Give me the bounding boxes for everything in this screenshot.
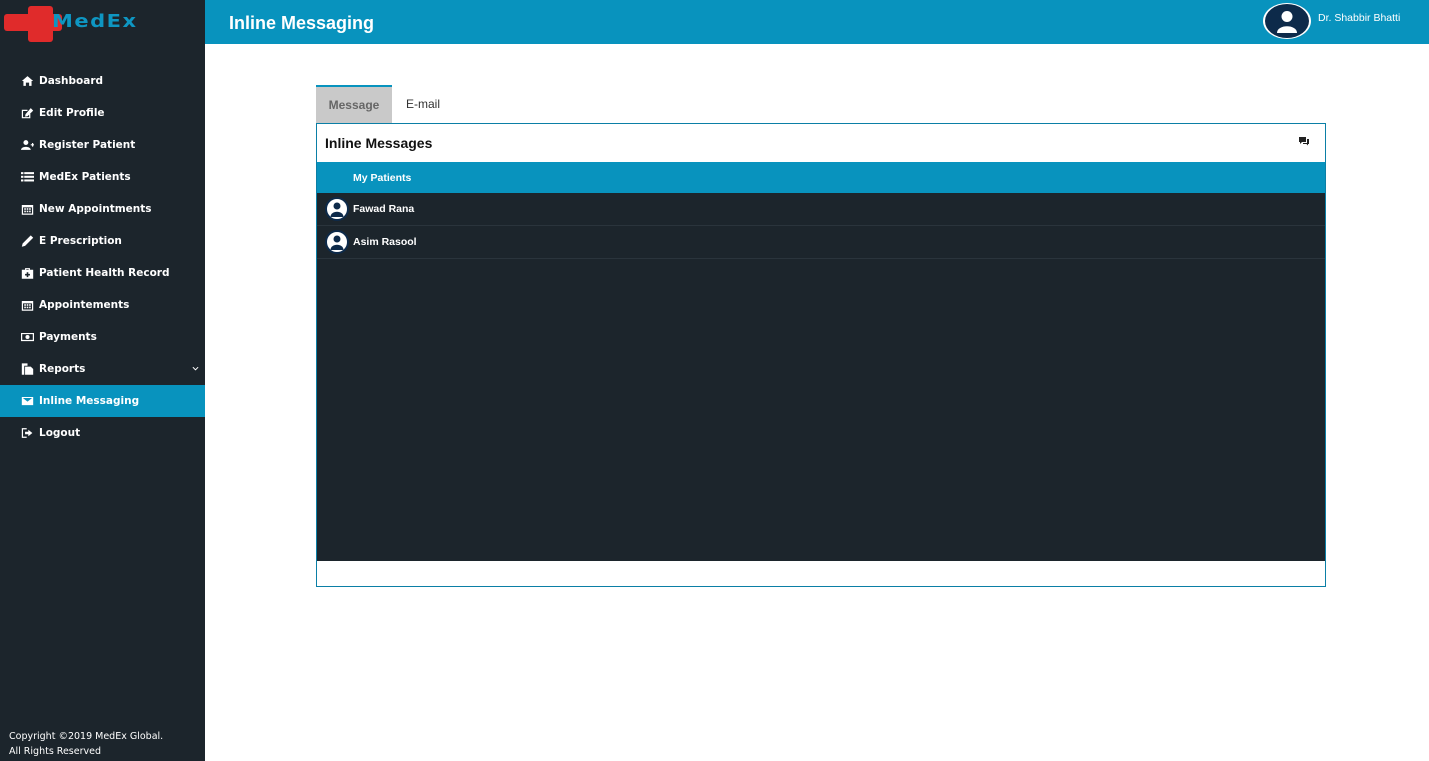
user-avatar-icon: [1265, 4, 1309, 38]
home-icon: [20, 75, 34, 87]
logo-text: MedEx: [52, 11, 138, 32]
sidebar: MedEx Dashboard Edit Profile Register Pa…: [0, 0, 205, 761]
sidebar-item-medex-patients[interactable]: MedEx Patients: [0, 161, 205, 193]
sidebar-item-e-prescription[interactable]: E Prescription: [0, 225, 205, 257]
panel-title: Inline Messages: [325, 135, 433, 151]
list-icon: [20, 171, 34, 183]
envelope-icon: [20, 395, 34, 407]
money-icon: [20, 331, 34, 343]
copyright-line-2: All Rights Reserved: [9, 746, 101, 757]
user-icon: [330, 202, 344, 217]
sidebar-item-register-patient[interactable]: Register Patient: [0, 129, 205, 161]
edit-icon: [20, 107, 34, 119]
avatar: [325, 230, 349, 254]
sidebar-item-label: Reports: [39, 363, 86, 375]
sidebar-item-label: Register Patient: [39, 139, 136, 151]
sidebar-item-logout[interactable]: Logout: [0, 417, 205, 449]
tab-email[interactable]: E-mail: [392, 85, 452, 123]
sidebar-item-payments[interactable]: Payments: [0, 321, 205, 353]
message-tabs: Message E-mail: [316, 85, 452, 124]
list-item[interactable]: Fawad Rana: [317, 193, 1325, 226]
tab-message[interactable]: Message: [316, 85, 392, 123]
list-item[interactable]: Asim Rasool: [317, 226, 1325, 259]
sidebar-nav: Dashboard Edit Profile Register Patient …: [0, 65, 205, 449]
sidebar-item-label: Dashboard: [39, 75, 104, 87]
inline-messages-panel: Inline Messages My Patients Fawad Rana A…: [316, 123, 1326, 587]
list-header: My Patients: [317, 162, 1325, 193]
sidebar-item-label: Logout: [39, 427, 81, 439]
logo-cross-vertical: [28, 6, 53, 42]
sidebar-item-label: E Prescription: [39, 235, 122, 247]
sidebar-item-patient-health-record[interactable]: Patient Health Record: [0, 257, 205, 289]
sidebar-item-reports[interactable]: Reports: [0, 353, 205, 385]
medkit-icon: [20, 267, 34, 279]
patients-list: My Patients Fawad Rana Asim Rasool: [317, 162, 1325, 561]
sidebar-item-appointements[interactable]: Appointements: [0, 289, 205, 321]
avatar[interactable]: [1263, 3, 1311, 39]
calendar-icon: [20, 299, 34, 311]
sign-out-icon: [20, 427, 34, 439]
top-bar: Inline Messaging Dr. Shabbir Bhatti: [205, 0, 1429, 44]
patient-name: Asim Rasool: [353, 236, 417, 248]
patient-name: Fawad Rana: [353, 203, 415, 215]
user-icon: [330, 235, 344, 250]
user-plus-icon: [20, 139, 34, 151]
sidebar-item-label: Appointements: [39, 299, 130, 311]
sidebar-item-label: New Appointments: [39, 203, 152, 215]
sidebar-item-label: Edit Profile: [39, 107, 105, 119]
sidebar-item-dashboard[interactable]: Dashboard: [0, 65, 205, 97]
avatar: [325, 197, 349, 221]
sidebar-item-edit-profile[interactable]: Edit Profile: [0, 97, 205, 129]
sidebar-item-new-appointments[interactable]: New Appointments: [0, 193, 205, 225]
user-name[interactable]: Dr. Shabbir Bhatti: [1318, 12, 1400, 24]
sidebar-item-inline-messaging[interactable]: Inline Messaging: [0, 385, 205, 417]
comments-icon: [1299, 137, 1309, 146]
pencil-icon: [20, 235, 34, 247]
sidebar-item-label: Patient Health Record: [39, 267, 170, 279]
medex-logo[interactable]: MedEx: [0, 0, 205, 44]
files-icon: [20, 363, 34, 375]
calendar-icon: [20, 203, 34, 215]
sidebar-item-label: Inline Messaging: [39, 395, 140, 407]
sidebar-item-label: Payments: [39, 331, 97, 343]
chevron-down-icon[interactable]: [192, 365, 199, 372]
page-title: Inline Messaging: [229, 13, 375, 33]
copyright: Copyright ©2019 MedEx Global. All Rights…: [9, 729, 163, 759]
copyright-line-1: Copyright ©2019 MedEx Global.: [9, 731, 164, 742]
sidebar-item-label: MedEx Patients: [39, 171, 131, 183]
